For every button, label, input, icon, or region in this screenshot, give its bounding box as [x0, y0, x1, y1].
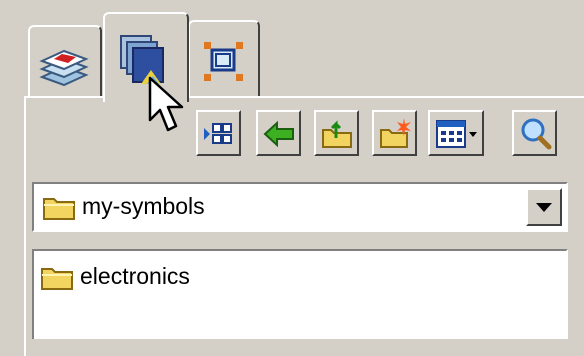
mouse-cursor-icon — [148, 76, 188, 143]
search-icon — [521, 118, 552, 150]
folder-select-value: my-symbols — [82, 193, 205, 219]
layers-icon — [38, 45, 90, 94]
new-folder-button[interactable] — [372, 110, 417, 156]
up-folder-button[interactable] — [314, 110, 359, 156]
search-button[interactable] — [512, 110, 557, 156]
tab-layers[interactable] — [28, 25, 102, 97]
folder-icon — [40, 263, 74, 296]
folder-select[interactable]: my-symbols — [32, 182, 568, 232]
new-folder-icon — [380, 118, 411, 148]
view-options-button[interactable] — [196, 110, 241, 156]
back-arrow-icon — [263, 120, 294, 148]
chevron-down-icon[interactable] — [526, 188, 562, 226]
view-options-icon — [204, 123, 232, 144]
back-button[interactable] — [256, 110, 301, 156]
up-folder-icon — [322, 120, 352, 148]
list-item-label: electronics — [80, 263, 190, 289]
folder-icon — [42, 193, 76, 226]
tab-objects[interactable] — [188, 20, 260, 97]
view-menu-icon — [436, 120, 477, 148]
view-menu-button[interactable] — [428, 110, 484, 156]
select-object-icon — [200, 38, 248, 91]
